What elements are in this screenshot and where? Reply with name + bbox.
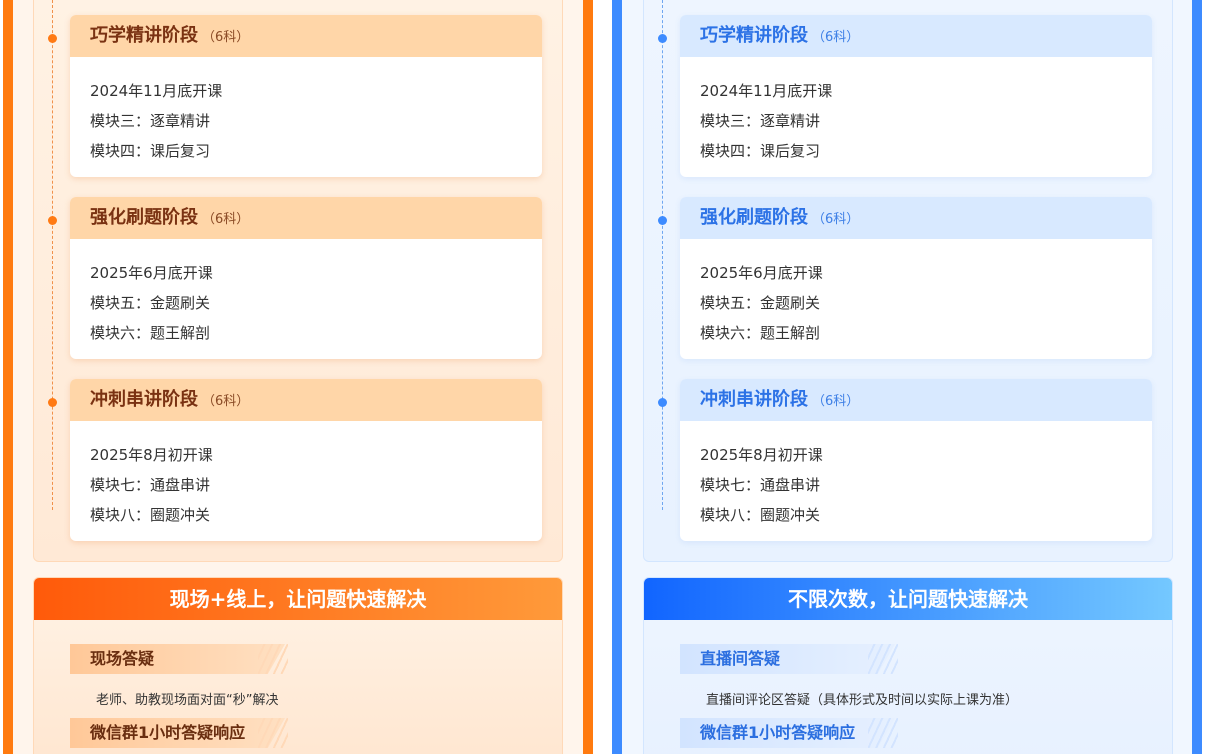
stage-title: 冲刺串讲阶段 <box>90 389 198 410</box>
stage-count: （6科） <box>812 394 860 409</box>
stage-count: （6科） <box>202 30 250 45</box>
stage-line: 模块八：圈题冲关 <box>700 506 821 524</box>
qa-tag-onsite: 现场答疑 <box>70 644 285 674</box>
stage-line: 模块七：通盘串讲 <box>90 476 211 494</box>
left-stage-card: 强化刷题阶段 （6科） 2025年6月底开课 模块五：金题刷关 模块六：题王解剖 <box>70 197 542 359</box>
stage-body: 2025年6月底开课 模块五：金题刷关 模块六：题王解剖 <box>680 239 1152 359</box>
qa-title: 不限次数，让问题快速解决 <box>644 578 1172 620</box>
stage-line: 模块七：通盘串讲 <box>700 476 821 494</box>
stage-header: 冲刺串讲阶段 （6科） <box>680 379 1152 421</box>
stage-body: 2024年11月底开课 模块三：逐章精讲 模块四：课后复习 <box>680 57 1152 177</box>
qa-desc: 老师、助教现场面对面“秒”解决 <box>96 693 279 708</box>
left-stage-card: 巧学精讲阶段 （6科） 2024年11月底开课 模块三：逐章精讲 模块四：课后复习 <box>70 15 542 177</box>
stage-line: 模块六：题王解剖 <box>90 324 211 342</box>
left-timeline <box>52 0 53 510</box>
stage-header: 强化刷题阶段 （6科） <box>680 197 1152 239</box>
left-timeline-dot <box>48 398 57 407</box>
stage-line: 2024年11月底开课 <box>90 82 223 100</box>
stage-title: 强化刷题阶段 <box>700 207 808 228</box>
stage-line: 模块五：金题刷关 <box>700 294 821 312</box>
stage-title: 冲刺串讲阶段 <box>700 389 808 410</box>
stage-count: （6科） <box>202 394 250 409</box>
stage-count: （6科） <box>812 30 860 45</box>
stage-header: 冲刺串讲阶段 （6科） <box>70 379 542 421</box>
stage-title: 巧学精讲阶段 <box>700 25 808 46</box>
right-timeline-dot <box>658 216 667 225</box>
stage-line: 2025年6月底开课 <box>90 264 213 282</box>
left-qa-section: 现场+线上，让问题快速解决 现场答疑 老师、助教现场面对面“秒”解决 微信群1小… <box>33 577 563 754</box>
right-stage-card: 冲刺串讲阶段 （6科） 2025年8月初开课 模块七：通盘串讲 模块八：圈题冲关 <box>680 379 1152 541</box>
stage-line: 模块五：金题刷关 <box>90 294 211 312</box>
right-stage-card: 巧学精讲阶段 （6科） 2024年11月底开课 模块三：逐章精讲 模块四：课后复习 <box>680 15 1152 177</box>
stage-header: 巧学精讲阶段 （6科） <box>680 15 1152 57</box>
stage-title: 强化刷题阶段 <box>90 207 198 228</box>
tag-stripe-decoration <box>868 718 898 748</box>
left-stage-card: 冲刺串讲阶段 （6科） 2025年8月初开课 模块七：通盘串讲 模块八：圈题冲关 <box>70 379 542 541</box>
stage-line: 2025年8月初开课 <box>90 446 213 464</box>
left-timeline-dot <box>48 216 57 225</box>
tag-stripe-decoration <box>258 718 288 748</box>
right-stage-card: 强化刷题阶段 （6科） 2025年6月底开课 模块五：金题刷关 模块六：题王解剖 <box>680 197 1152 359</box>
stage-header: 强化刷题阶段 （6科） <box>70 197 542 239</box>
stage-line: 2025年6月底开课 <box>700 264 823 282</box>
tag-stripe-decoration <box>868 644 898 674</box>
page: 巧学精讲阶段 （6科） 2024年11月底开课 模块三：逐章精讲 模块四：课后复习… <box>0 0 1205 754</box>
stage-body: 2025年6月底开课 模块五：金题刷关 模块六：题王解剖 <box>70 239 542 359</box>
stage-body: 2024年11月底开课 模块三：逐章精讲 模块四：课后复习 <box>70 57 542 177</box>
qa-title: 现场+线上，让问题快速解决 <box>34 578 562 620</box>
right-timeline <box>662 0 663 510</box>
stage-line: 模块三：逐章精讲 <box>700 112 821 130</box>
left-timeline-dot <box>48 34 57 43</box>
stage-body: 2025年8月初开课 模块七：通盘串讲 模块八：圈题冲关 <box>680 421 1152 541</box>
stage-line: 模块四：课后复习 <box>700 142 821 160</box>
stage-line: 模块六：题王解剖 <box>700 324 821 342</box>
stage-count: （6科） <box>812 212 860 227</box>
stage-title: 巧学精讲阶段 <box>90 25 198 46</box>
stage-header: 巧学精讲阶段 （6科） <box>70 15 542 57</box>
qa-tag-wechat: 微信群1小时答疑响应 <box>680 718 895 748</box>
stage-body: 2025年8月初开课 模块七：通盘串讲 模块八：圈题冲关 <box>70 421 542 541</box>
qa-desc: 直播间评论区答疑（具体形式及时间以实际上课为准） <box>706 693 1019 708</box>
stage-line: 模块四：课后复习 <box>90 142 211 160</box>
tag-stripe-decoration <box>258 644 288 674</box>
right-qa-section: 不限次数，让问题快速解决 直播间答疑 直播间评论区答疑（具体形式及时间以实际上课… <box>643 577 1173 754</box>
qa-tag-livestream: 直播间答疑 <box>680 644 895 674</box>
qa-tag-wechat: 微信群1小时答疑响应 <box>70 718 285 748</box>
stage-line: 2024年11月底开课 <box>700 82 833 100</box>
stage-line: 2025年8月初开课 <box>700 446 823 464</box>
stage-line: 模块八：圈题冲关 <box>90 506 211 524</box>
right-timeline-dot <box>658 34 667 43</box>
stage-line: 模块三：逐章精讲 <box>90 112 211 130</box>
stage-count: （6科） <box>202 212 250 227</box>
right-timeline-dot <box>658 398 667 407</box>
